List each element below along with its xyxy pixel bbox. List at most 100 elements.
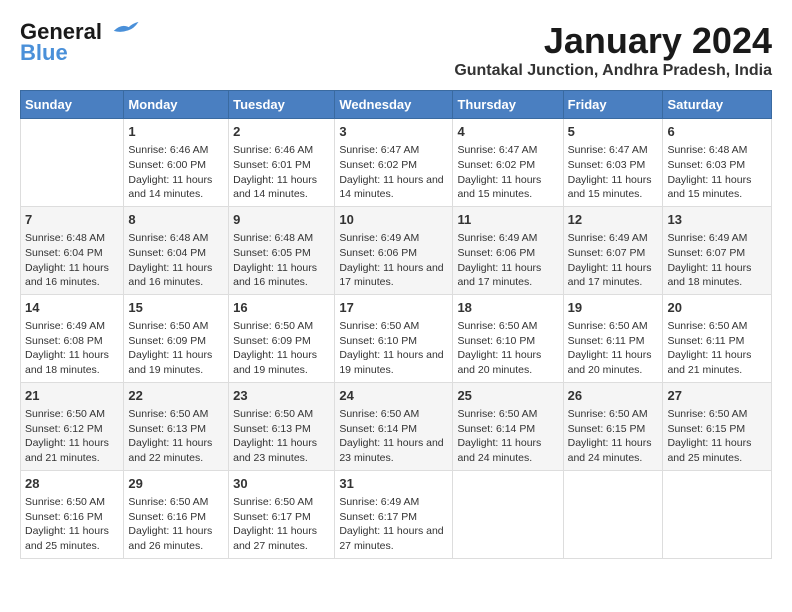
day-info: Sunrise: 6:49 AMSunset: 6:08 PMDaylight:… xyxy=(25,319,119,378)
day-number: 11 xyxy=(457,211,558,229)
calendar-cell: 14 Sunrise: 6:49 AMSunset: 6:08 PMDayligh… xyxy=(21,294,124,382)
header-day-wednesday: Wednesday xyxy=(335,91,453,119)
day-number: 22 xyxy=(128,387,224,405)
calendar-cell: 7Sunrise: 6:48 AMSunset: 6:04 PMDaylight… xyxy=(21,206,124,294)
calendar-cell: 15 Sunrise: 6:50 AMSunset: 6:09 PMDayligh… xyxy=(124,294,229,382)
calendar-cell xyxy=(563,470,663,558)
calendar-cell xyxy=(453,470,563,558)
calendar-cell: 10 Sunrise: 6:49 AMSunset: 6:06 PMDayligh… xyxy=(335,206,453,294)
day-number: 6 xyxy=(667,123,767,141)
calendar-header-row: SundayMondayTuesdayWednesdayThursdayFrid… xyxy=(21,91,772,119)
calendar-cell: 2 Sunrise: 6:46 AMSunset: 6:01 PMDaylight… xyxy=(229,119,335,207)
calendar-cell: 1 Sunrise: 6:46 AMSunset: 6:00 PMDaylight… xyxy=(124,119,229,207)
day-number: 2 xyxy=(233,123,330,141)
day-number: 16 xyxy=(233,299,330,317)
calendar-cell: 9Sunrise: 6:48 AMSunset: 6:05 PMDaylight… xyxy=(229,206,335,294)
day-number: 13 xyxy=(667,211,767,229)
calendar-cell: 4Sunrise: 6:47 AMSunset: 6:02 PMDaylight… xyxy=(453,119,563,207)
day-number: 5 xyxy=(568,123,659,141)
logo: General Blue xyxy=(20,20,140,66)
day-info: Sunrise: 6:50 AMSunset: 6:15 PMDaylight:… xyxy=(568,407,659,466)
day-info: Sunrise: 6:50 AMSunset: 6:15 PMDaylight:… xyxy=(667,407,767,466)
calendar-cell: 8 Sunrise: 6:48 AMSunset: 6:04 PMDaylight… xyxy=(124,206,229,294)
day-info: Sunrise: 6:48 AMSunset: 6:04 PMDaylight:… xyxy=(25,231,119,290)
header-day-saturday: Saturday xyxy=(663,91,772,119)
calendar-week-row: 14 Sunrise: 6:49 AMSunset: 6:08 PMDayligh… xyxy=(21,294,772,382)
day-number: 25 xyxy=(457,387,558,405)
calendar-cell: 20 Sunrise: 6:50 AMSunset: 6:11 PMDayligh… xyxy=(663,294,772,382)
logo-blue: Blue xyxy=(20,40,68,66)
day-info: Sunrise: 6:46 AMSunset: 6:01 PMDaylight:… xyxy=(233,143,330,202)
calendar-cell: 19Sunrise: 6:50 AMSunset: 6:11 PMDayligh… xyxy=(563,294,663,382)
calendar-table: SundayMondayTuesdayWednesdayThursdayFrid… xyxy=(20,90,772,559)
header-day-monday: Monday xyxy=(124,91,229,119)
day-info: Sunrise: 6:47 AMSunset: 6:02 PMDaylight:… xyxy=(339,143,448,202)
day-number: 23 xyxy=(233,387,330,405)
day-number: 30 xyxy=(233,475,330,493)
day-number: 1 xyxy=(128,123,224,141)
day-number: 12 xyxy=(568,211,659,229)
day-info: Sunrise: 6:50 AMSunset: 6:11 PMDaylight:… xyxy=(667,319,767,378)
day-info: Sunrise: 6:50 AMSunset: 6:14 PMDaylight:… xyxy=(339,407,448,466)
day-number: 10 xyxy=(339,211,448,229)
day-info: Sunrise: 6:50 AMSunset: 6:16 PMDaylight:… xyxy=(128,495,224,554)
calendar-cell: 22 Sunrise: 6:50 AMSunset: 6:13 PMDayligh… xyxy=(124,382,229,470)
calendar-cell: 12Sunrise: 6:49 AMSunset: 6:07 PMDayligh… xyxy=(563,206,663,294)
header-day-sunday: Sunday xyxy=(21,91,124,119)
calendar-cell: 21 Sunrise: 6:50 AMSunset: 6:12 PMDayligh… xyxy=(21,382,124,470)
calendar-cell: 3Sunrise: 6:47 AMSunset: 6:02 PMDaylight… xyxy=(335,119,453,207)
day-info: Sunrise: 6:50 AMSunset: 6:10 PMDaylight:… xyxy=(457,319,558,378)
day-info: Sunrise: 6:46 AMSunset: 6:00 PMDaylight:… xyxy=(128,143,224,202)
day-number: 15 xyxy=(128,299,224,317)
day-info: Sunrise: 6:50 AMSunset: 6:17 PMDaylight:… xyxy=(233,495,330,554)
day-info: Sunrise: 6:49 AMSunset: 6:06 PMDaylight:… xyxy=(339,231,448,290)
day-info: Sunrise: 6:50 AMSunset: 6:14 PMDaylight:… xyxy=(457,407,558,466)
day-info: Sunrise: 6:49 AMSunset: 6:07 PMDaylight:… xyxy=(667,231,767,290)
calendar-cell: 6 Sunrise: 6:48 AMSunset: 6:03 PMDaylight… xyxy=(663,119,772,207)
calendar-cell: 18Sunrise: 6:50 AMSunset: 6:10 PMDayligh… xyxy=(453,294,563,382)
calendar-cell: 31Sunrise: 6:49 AMSunset: 6:17 PMDayligh… xyxy=(335,470,453,558)
day-info: Sunrise: 6:50 AMSunset: 6:13 PMDaylight:… xyxy=(128,407,224,466)
calendar-cell: 13 Sunrise: 6:49 AMSunset: 6:07 PMDayligh… xyxy=(663,206,772,294)
day-info: Sunrise: 6:50 AMSunset: 6:10 PMDaylight:… xyxy=(339,319,448,378)
calendar-cell: 11 Sunrise: 6:49 AMSunset: 6:06 PMDayligh… xyxy=(453,206,563,294)
calendar-week-row: 7Sunrise: 6:48 AMSunset: 6:04 PMDaylight… xyxy=(21,206,772,294)
calendar-week-row: 21 Sunrise: 6:50 AMSunset: 6:12 PMDayligh… xyxy=(21,382,772,470)
day-info: Sunrise: 6:48 AMSunset: 6:05 PMDaylight:… xyxy=(233,231,330,290)
calendar-cell: 28 Sunrise: 6:50 AMSunset: 6:16 PMDayligh… xyxy=(21,470,124,558)
day-number: 28 xyxy=(25,475,119,493)
day-number: 26 xyxy=(568,387,659,405)
day-info: Sunrise: 6:49 AMSunset: 6:06 PMDaylight:… xyxy=(457,231,558,290)
location-title: Guntakal Junction, Andhra Pradesh, India xyxy=(454,62,772,80)
day-info: Sunrise: 6:48 AMSunset: 6:03 PMDaylight:… xyxy=(667,143,767,202)
day-number: 29 xyxy=(128,475,224,493)
day-info: Sunrise: 6:49 AMSunset: 6:17 PMDaylight:… xyxy=(339,495,448,554)
day-info: Sunrise: 6:50 AMSunset: 6:12 PMDaylight:… xyxy=(25,407,119,466)
calendar-cell: 17 Sunrise: 6:50 AMSunset: 6:10 PMDayligh… xyxy=(335,294,453,382)
day-info: Sunrise: 6:47 AMSunset: 6:02 PMDaylight:… xyxy=(457,143,558,202)
day-number: 8 xyxy=(128,211,224,229)
day-info: Sunrise: 6:50 AMSunset: 6:16 PMDaylight:… xyxy=(25,495,119,554)
calendar-cell: 26 Sunrise: 6:50 AMSunset: 6:15 PMDayligh… xyxy=(563,382,663,470)
day-number: 20 xyxy=(667,299,767,317)
day-number: 17 xyxy=(339,299,448,317)
day-info: Sunrise: 6:48 AMSunset: 6:04 PMDaylight:… xyxy=(128,231,224,290)
day-info: Sunrise: 6:50 AMSunset: 6:09 PMDaylight:… xyxy=(233,319,330,378)
header: General Blue January 2024 Guntakal Junct… xyxy=(20,20,772,80)
calendar-cell: 30 Sunrise: 6:50 AMSunset: 6:17 PMDayligh… xyxy=(229,470,335,558)
calendar-cell: 27Sunrise: 6:50 AMSunset: 6:15 PMDayligh… xyxy=(663,382,772,470)
calendar-cell xyxy=(663,470,772,558)
calendar-week-row: 1 Sunrise: 6:46 AMSunset: 6:00 PMDaylight… xyxy=(21,119,772,207)
day-number: 24 xyxy=(339,387,448,405)
calendar-cell xyxy=(21,119,124,207)
day-info: Sunrise: 6:50 AMSunset: 6:11 PMDaylight:… xyxy=(568,319,659,378)
day-number: 21 xyxy=(25,387,119,405)
calendar-week-row: 28 Sunrise: 6:50 AMSunset: 6:16 PMDayligh… xyxy=(21,470,772,558)
day-number: 14 xyxy=(25,299,119,317)
month-title: January 2024 xyxy=(454,20,772,62)
day-info: Sunrise: 6:50 AMSunset: 6:09 PMDaylight:… xyxy=(128,319,224,378)
calendar-cell: 29 Sunrise: 6:50 AMSunset: 6:16 PMDayligh… xyxy=(124,470,229,558)
logo-bird-icon xyxy=(110,19,140,39)
header-day-thursday: Thursday xyxy=(453,91,563,119)
day-info: Sunrise: 6:50 AMSunset: 6:13 PMDaylight:… xyxy=(233,407,330,466)
